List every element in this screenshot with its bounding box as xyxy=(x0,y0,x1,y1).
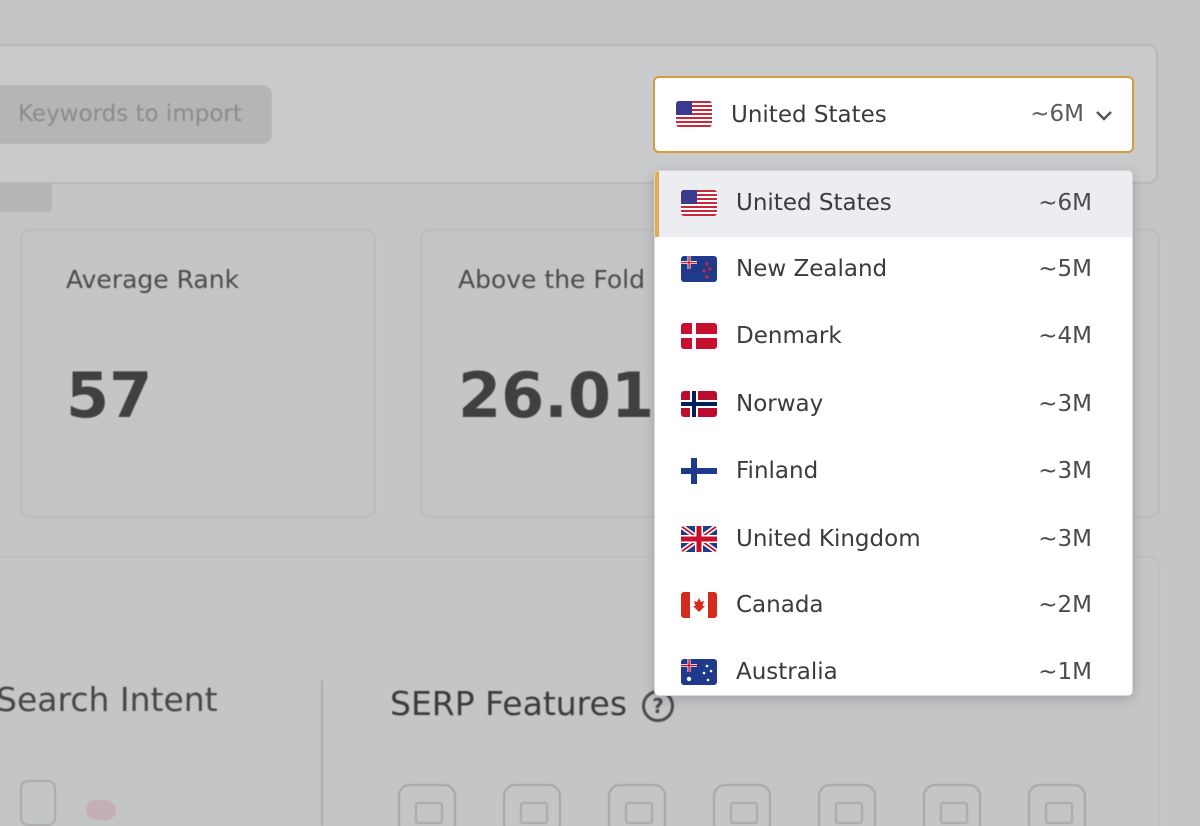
serp-feature-icon[interactable] xyxy=(713,784,771,826)
search-intent-title: Search Intent xyxy=(0,680,218,719)
fi-flag-icon xyxy=(681,458,717,484)
country-volume: ~4M xyxy=(1038,323,1092,349)
card-value: 57 xyxy=(66,359,153,432)
country-option-finland[interactable]: Finland ~3M xyxy=(655,439,1132,505)
country-name: Australia xyxy=(736,659,838,685)
dk-flag-icon xyxy=(681,323,717,349)
country-volume: ~2M xyxy=(1038,592,1092,618)
country-name: New Zealand xyxy=(736,256,888,282)
au-flag-icon xyxy=(681,659,717,685)
selected-country-volume: ~6M xyxy=(1030,101,1084,127)
serp-feature-icon[interactable] xyxy=(923,784,981,826)
serp-feature-icon[interactable] xyxy=(1028,784,1086,826)
us-flag-icon xyxy=(676,101,712,127)
card-title: Average Rank xyxy=(66,265,240,294)
average-rank-card: Average Rank 57 xyxy=(20,229,376,518)
panel-tab xyxy=(0,182,52,212)
country-name: United States xyxy=(736,190,892,216)
serp-feature-icon[interactable] xyxy=(818,784,876,826)
gb-flag-icon xyxy=(681,526,717,552)
country-name: Canada xyxy=(736,592,824,618)
country-option-united-states[interactable]: United States ~6M xyxy=(655,171,1132,237)
ca-flag-icon xyxy=(681,592,717,618)
country-option-norway[interactable]: Norway ~3M xyxy=(655,372,1132,438)
country-name: Finland xyxy=(736,458,819,484)
serp-feature-icon[interactable] xyxy=(503,784,561,826)
app-stage: Keywords to import Average Rank 57 Above… xyxy=(0,0,1200,826)
serp-feature-icon[interactable] xyxy=(608,784,666,826)
card-title: Above the Fold xyxy=(458,265,645,294)
country-name: United Kingdom xyxy=(736,526,921,552)
intent-icon-box xyxy=(20,780,56,826)
no-flag-icon xyxy=(681,391,717,417)
chevron-down-icon[interactable] xyxy=(1092,106,1116,126)
country-dropdown: United States ~6M New Zealand ~5M Denmar… xyxy=(654,170,1133,696)
country-option-australia[interactable]: Australia ~1M xyxy=(655,640,1132,695)
us-flag-icon xyxy=(681,190,717,216)
keywords-import-button[interactable]: Keywords to import xyxy=(0,85,272,144)
country-volume: ~1M xyxy=(1038,659,1092,685)
country-volume: ~3M xyxy=(1038,458,1092,484)
serp-feature-icon[interactable] xyxy=(398,784,456,826)
country-option-denmark[interactable]: Denmark ~4M xyxy=(655,304,1132,370)
country-volume: ~3M xyxy=(1038,391,1092,417)
country-volume: ~6M xyxy=(1038,190,1092,216)
country-select[interactable]: United States ~6M xyxy=(653,76,1134,153)
country-volume: ~3M xyxy=(1038,526,1092,552)
country-option-united-kingdom[interactable]: United Kingdom ~3M xyxy=(655,507,1132,573)
country-option-canada[interactable]: Canada ~2M xyxy=(655,573,1132,639)
serp-features-title: SERP Features xyxy=(390,684,628,723)
selected-country-name: United States xyxy=(731,102,887,128)
country-volume: ~5M xyxy=(1038,256,1092,282)
country-option-new-zealand[interactable]: New Zealand ~5M xyxy=(655,237,1132,303)
intent-indicator xyxy=(86,800,116,820)
nz-flag-icon xyxy=(681,256,717,282)
country-name: Denmark xyxy=(736,323,842,349)
country-name: Norway xyxy=(736,391,824,417)
section-divider xyxy=(321,680,323,826)
